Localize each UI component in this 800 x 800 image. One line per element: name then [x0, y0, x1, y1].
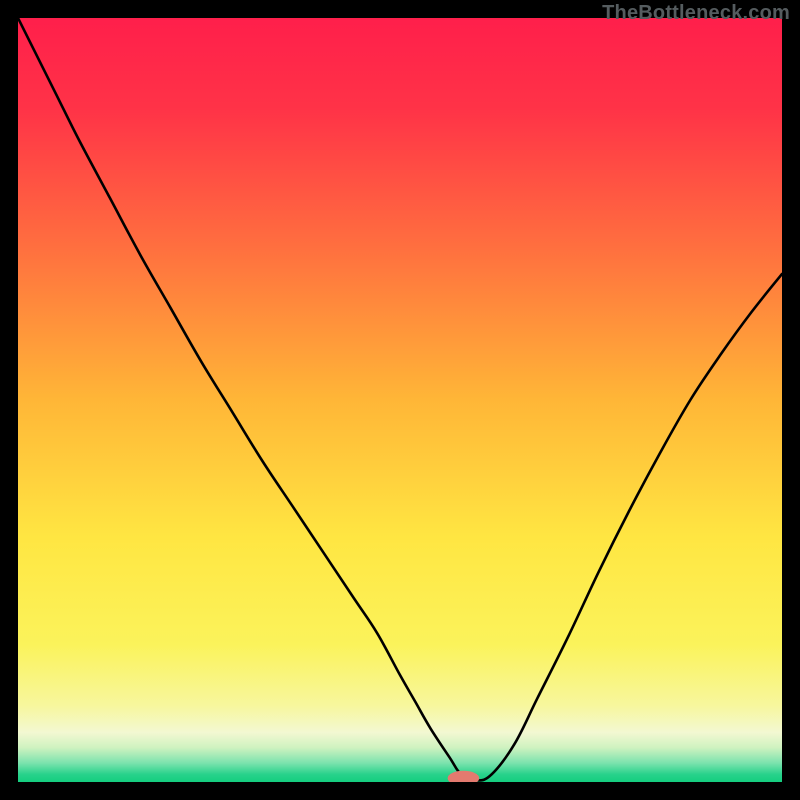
bottleneck-chart [18, 18, 782, 782]
plot-area [18, 18, 782, 782]
optimal-marker [448, 771, 479, 782]
watermark-text: TheBottleneck.com [602, 2, 790, 25]
gradient-background [18, 18, 782, 782]
chart-frame: TheBottleneck.com [0, 0, 800, 800]
